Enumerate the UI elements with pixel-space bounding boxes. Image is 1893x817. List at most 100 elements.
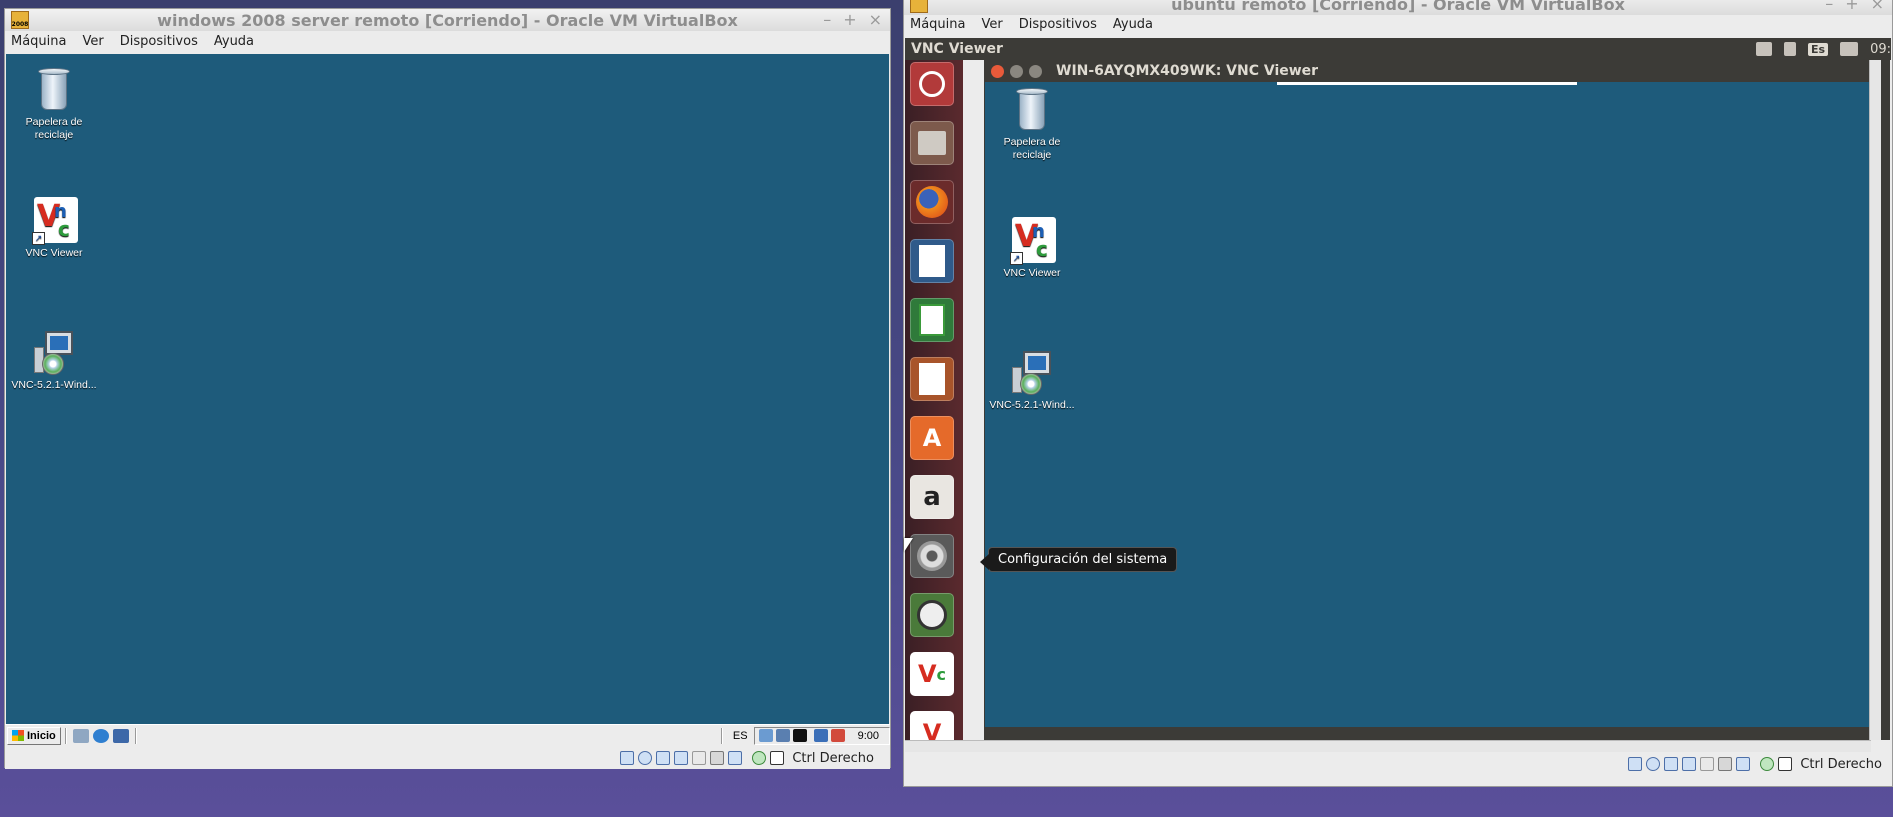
recycle-bin-icon [32,66,76,114]
panel-clock[interactable]: 09: [1870,42,1891,57]
optical-drive-status-icon[interactable] [638,751,653,765]
files-icon[interactable] [910,121,954,165]
software-center-icon[interactable]: A [910,416,954,460]
maximize-icon[interactable] [1029,65,1042,78]
menu-dispositivos-right[interactable]: Dispositivos [1019,17,1097,32]
show-desktop-icon[interactable] [112,728,129,743]
mouse-cursor-icon [904,538,913,552]
firefox-icon[interactable] [910,180,954,224]
network-status-icon[interactable] [674,751,689,765]
minimize-button-right[interactable]: – [1825,0,1833,13]
host-key-label-right: Ctrl Derecho [1800,756,1882,772]
launcher-tooltip: Configuración del sistema [979,547,1178,572]
window-title: windows 2008 server remoto [Corriendo] -… [157,10,738,30]
hard-disk-status-icon[interactable] [620,751,635,765]
recycle-bin-label: Papelera de reciclaje [25,116,83,141]
connections-icon[interactable] [813,729,828,742]
impress-icon[interactable] [910,357,954,401]
windows-guest-desktop[interactable]: Papelera de reciclaje Vn c ↗ VNC Viewer VN… [6,54,889,724]
calc-icon[interactable] [910,298,954,342]
host-key-arrow-icon[interactable] [770,751,785,765]
server-manager-icon[interactable] [72,728,89,743]
menu-maquina-right[interactable]: Máquina [910,17,966,32]
shared-folders-status-icon-right[interactable] [1700,757,1715,771]
panel-app-title: VNC Viewer [911,41,1003,57]
remote-recycle-bin-label: Papelera de reciclaje [1003,136,1061,161]
display-status-icon[interactable] [710,751,725,765]
right-vbox-window: ubuntu remoto [Corriendo] - Oracle VM Vi… [903,0,1893,787]
vnc-viewer-desktop-icon[interactable]: Vn c ↗ VNC Viewer [9,197,99,260]
remote-vnc-viewer-label: VNC Viewer [1003,267,1061,279]
installer-icon [32,329,76,377]
remote-toolbar-line [1277,82,1577,85]
messaging-indicator-icon[interactable] [1756,42,1773,56]
right-window-titlebar[interactable]: ubuntu remoto [Corriendo] - Oracle VM Vi… [904,0,1892,15]
menu-ayuda[interactable]: Ayuda [214,34,254,49]
remote-vnc-viewer-icon[interactable]: Vn c ↗ VNC Viewer [987,217,1077,280]
ubuntu-dash-icon[interactable] [910,62,954,106]
right-menubar: Máquina Ver Dispositivos Ayuda [904,15,1892,34]
vnc-installer-label: VNC-5.2.1-Wind... [11,379,97,391]
writer-icon[interactable] [910,239,954,283]
system-tray: ES 9:00 [717,726,890,745]
hard-disk-status-icon-right[interactable] [1628,757,1643,771]
left-window-titlebar[interactable]: 2008 windows 2008 server remoto [Corrien… [5,9,890,31]
keyboard-layout-indicator[interactable]: Es [1808,42,1829,56]
volume-indicator-icon[interactable] [1840,42,1859,56]
minimize-button[interactable]: – [823,10,831,29]
start-label: Inicio [27,729,56,742]
close-button-right[interactable]: × [1871,0,1884,13]
taskbar-separator-2 [134,727,137,744]
windows-logo-icon [12,730,24,741]
vnc-viewer-icon-remote: Vn c ↗ [1010,217,1056,265]
recording-status-icon-right[interactable] [1760,757,1775,771]
recycle-bin-desktop-icon[interactable]: Papelera de reciclaje [9,66,99,142]
minimize-icon[interactable] [1010,65,1023,78]
host-key-arrow-icon-right[interactable] [1778,757,1793,771]
maximize-button[interactable]: + [843,10,856,29]
network-indicator-icon[interactable] [1784,42,1797,56]
internet-explorer-icon[interactable] [92,728,109,743]
maximize-button-right[interactable]: + [1845,0,1858,13]
network-status-icon-right[interactable] [1682,757,1697,771]
remote-vnc-installer-label: VNC-5.2.1-Wind... [989,399,1075,411]
amazon-icon[interactable]: a [910,475,954,519]
menu-ayuda-right[interactable]: Ayuda [1113,17,1153,32]
ubuntu-top-panel: VNC Viewer Es 09: [905,38,1891,60]
shared-folders-status-icon[interactable] [692,751,707,765]
vnc-tray-icon[interactable] [792,729,807,742]
close-button[interactable]: × [869,10,882,29]
recording-status-icon[interactable] [752,751,767,765]
remote-recycle-bin-icon[interactable]: Papelera de reciclaje [987,86,1077,162]
optical-drive-status-icon-right[interactable] [1646,757,1661,771]
start-button[interactable]: Inicio [7,726,61,745]
window-title-right: ubuntu remoto [Corriendo] - Oracle VM Vi… [1171,0,1625,14]
audio-status-icon[interactable] [656,751,671,765]
volume-muted-icon[interactable] [830,729,845,742]
menu-ver-right[interactable]: Ver [982,17,1003,32]
horizontal-scrollbar[interactable] [905,740,1871,752]
vnc-viewer-titlebar[interactable]: WIN-6AYQMX409WK: VNC Viewer [984,60,1890,82]
menu-maquina[interactable]: Máquina [11,34,67,49]
taskbar-clock[interactable]: 9:00 [858,730,879,742]
usb-status-icon[interactable] [728,751,743,765]
vnc-installer-desktop-icon[interactable]: VNC-5.2.1-Wind... [9,329,99,392]
menu-dispositivos[interactable]: Dispositivos [120,34,198,49]
language-indicator[interactable]: ES [733,730,748,742]
vertical-scrollbar[interactable] [1869,60,1881,740]
vnc-viewer-launcher-icon[interactable]: Vc [910,652,954,696]
display-status-icon-right[interactable] [1718,757,1733,771]
menu-ver[interactable]: Ver [83,34,104,49]
network-icon[interactable] [758,729,773,742]
left-statusbar: Ctrl Derecho [5,747,890,769]
remote-windows-desktop[interactable]: Papelera de reciclaje Vn c ↗ VNC Viewer VN… [985,82,1869,727]
close-icon[interactable] [991,65,1004,78]
panel-indicators: Es 09: [1756,42,1891,57]
vnc-viewer-window-title: WIN-6AYQMX409WK: VNC Viewer [1056,63,1319,79]
audio-status-icon-right[interactable] [1664,757,1679,771]
remote-vnc-installer-icon[interactable]: VNC-5.2.1-Wind... [987,349,1077,412]
virtualbox-additions-icon[interactable] [775,729,790,742]
software-updater-icon[interactable] [910,593,954,637]
usb-status-icon-right[interactable] [1736,757,1751,771]
system-settings-icon[interactable] [910,534,954,578]
